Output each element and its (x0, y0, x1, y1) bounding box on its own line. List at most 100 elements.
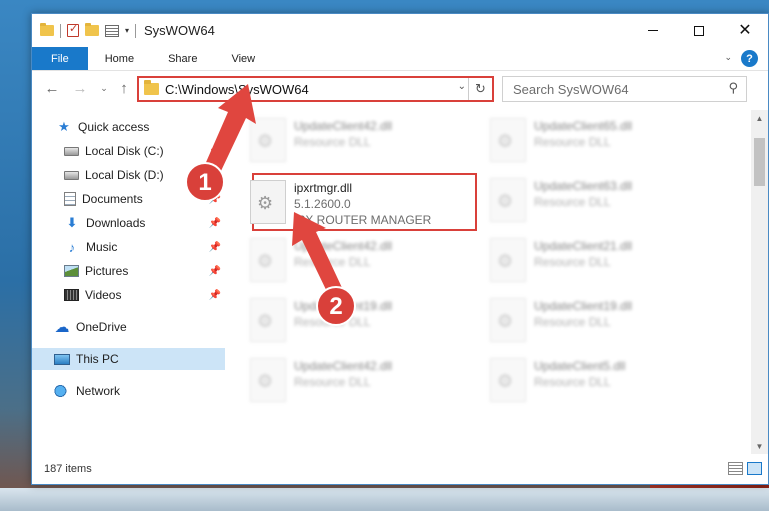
scroll-up-icon[interactable]: ▲ (751, 110, 768, 127)
help-icon[interactable]: ? (741, 50, 758, 67)
forward-arrow-icon[interactable]: → (70, 78, 90, 98)
list-item[interactable]: UpdateClient19.dll Resource DLL (232, 294, 462, 346)
videos-icon (64, 289, 79, 301)
disk-icon (64, 146, 79, 156)
maximize-icon (694, 25, 704, 36)
documents-icon (64, 192, 76, 206)
pin-icon[interactable]: 📌 (209, 242, 221, 253)
search-input[interactable] (503, 81, 713, 97)
customize-caret-icon[interactable]: ▾ (125, 26, 129, 35)
sidebar-item-music[interactable]: ♪ Music 📌 (32, 236, 225, 258)
search-box[interactable]: ⚲ (502, 76, 747, 102)
expand-ribbon-chevron-icon[interactable]: ⌄ (724, 52, 732, 63)
dll-file-icon (250, 238, 286, 282)
address-bar[interactable]: C:\Windows\SysWOW64 ⌄ ↻ (137, 76, 494, 102)
dll-file-icon (490, 298, 526, 342)
list-item[interactable]: UpdateClient65.dll Resource DLL (472, 114, 702, 166)
navigation-bar: ← → ⌄ ↑ C:\Windows\SysWOW64 ⌄ ↻ ⚲ (32, 72, 768, 104)
scroll-thumb[interactable] (754, 138, 765, 186)
up-arrow-icon[interactable]: ↑ (114, 78, 134, 98)
new-folder-icon[interactable] (85, 23, 99, 36)
sidebar-item-local-disk-c[interactable]: Local Disk (C:) 📌 (32, 140, 225, 162)
address-path[interactable]: C:\Windows\SysWOW64 (165, 82, 309, 97)
list-item[interactable]: UpdateClient19.dll Resource DLL (472, 294, 702, 346)
sidebar-item-downloads[interactable]: ⬇ Downloads 📌 (32, 212, 225, 234)
sidebar-item-onedrive[interactable]: ☁ OneDrive (32, 316, 225, 338)
computer-icon (54, 353, 70, 365)
sidebar-item-label: Quick access (78, 120, 150, 134)
list-item-ipxrtmgr[interactable]: ipxrtmgr.dll 5.1.2600.0 IPX ROUTER MANAG… (232, 176, 462, 228)
folder-icon (144, 80, 159, 95)
sidebar-item-pictures[interactable]: Pictures 📌 (32, 260, 225, 282)
dll-file-icon (490, 358, 526, 402)
file-name: UpdateClient19.dll (534, 299, 633, 313)
pin-icon[interactable]: 📌 (209, 266, 221, 277)
desktop-snow (0, 488, 769, 511)
file-type: Resource DLL (294, 315, 371, 329)
list-item[interactable]: UpdateClient63.dll Resource DLL (472, 174, 702, 226)
sidebar-item-label: Local Disk (D:) (85, 168, 164, 182)
tab-share[interactable]: Share (151, 47, 214, 70)
file-name: UpdateClient42.dll (294, 119, 393, 133)
sidebar-item-label: Music (86, 240, 118, 254)
list-item[interactable]: UpdateClient42.dll Resource DLL (232, 354, 462, 406)
sidebar-item-network[interactable]: Network (32, 380, 225, 402)
pin-icon[interactable]: 📌 (209, 218, 221, 229)
window-title: SysWOW64 (144, 23, 215, 38)
dll-file-icon (250, 118, 286, 162)
file-name: UpdateClient21.dll (534, 239, 633, 253)
scroll-down-icon[interactable]: ▼ (751, 438, 768, 455)
sidebar-item-label: Documents (82, 192, 143, 206)
explorer-window: ▾ SysWOW64 ✕ File Home Share View ⌄ ? ← … (31, 13, 769, 485)
music-icon: ♪ (68, 239, 76, 255)
minimize-icon (648, 30, 658, 31)
sidebar-item-local-disk-d[interactable]: Local Disk (D:) 📌 (32, 164, 225, 186)
tab-view[interactable]: View (214, 47, 272, 70)
list-item[interactable]: UpdateClient42.dll Resource DLL (232, 234, 462, 286)
sidebar-item-this-pc[interactable]: This PC (32, 348, 225, 370)
download-icon: ⬇ (66, 215, 78, 230)
file-name: UpdateClient42.dll (294, 239, 393, 253)
list-item[interactable]: UpdateClient42.dll Resource DLL (232, 114, 462, 166)
toolbar-divider (135, 23, 137, 38)
file-type: Resource DLL (534, 375, 611, 389)
large-icons-view-icon[interactable] (747, 462, 762, 475)
sidebar-item-label: Local Disk (C:) (85, 144, 164, 158)
file-type: Resource DLL (534, 195, 611, 209)
dll-file-icon (490, 238, 526, 282)
properties-icon[interactable] (105, 24, 119, 37)
quick-access-toolbar: ▾ (32, 14, 137, 47)
pin-icon[interactable]: 📌 (209, 194, 221, 205)
sidebar-item-videos[interactable]: Videos 📌 (32, 284, 225, 306)
dll-file-icon (250, 358, 286, 402)
sidebar-item-documents[interactable]: Documents 📌 (32, 188, 225, 210)
sidebar-item-label: Downloads (86, 216, 146, 230)
pin-icon[interactable]: 📌 (209, 170, 221, 181)
status-bar: 187 items (32, 454, 768, 484)
list-item[interactable]: UpdateClient21.dll Resource DLL (472, 234, 702, 286)
address-dropdown-icon[interactable]: ⌄ (458, 81, 466, 92)
file-name: UpdateClient42.dll (294, 359, 393, 373)
tab-home[interactable]: Home (88, 47, 151, 70)
pin-icon[interactable]: 📌 (209, 146, 221, 157)
tab-file[interactable]: File (32, 47, 88, 70)
folder-icon[interactable] (40, 23, 54, 36)
dll-file-icon (490, 118, 526, 162)
maximize-button[interactable] (676, 14, 722, 47)
item-count: 187 items (44, 463, 92, 475)
minimize-button[interactable] (630, 14, 676, 47)
details-view-icon[interactable] (728, 462, 743, 475)
back-arrow-icon[interactable]: ← (42, 78, 62, 98)
refresh-icon[interactable]: ↻ (468, 78, 492, 100)
window-controls: ✕ (630, 14, 768, 47)
list-item[interactable]: UpdateClient5.dll Resource DLL (472, 354, 702, 406)
sidebar-item-quick-access[interactable]: ★ Quick access (32, 116, 225, 138)
search-icon[interactable]: ⚲ (728, 80, 738, 96)
disk-icon (64, 170, 79, 180)
properties-check-icon[interactable] (67, 22, 79, 37)
close-button[interactable]: ✕ (722, 14, 768, 47)
vertical-scrollbar[interactable]: ▲ ▼ (751, 110, 768, 455)
file-name: ipxrtmgr.dll (294, 181, 353, 195)
recent-locations-chevron-icon[interactable]: ⌄ (94, 78, 114, 98)
pin-icon[interactable]: 📌 (209, 290, 221, 301)
